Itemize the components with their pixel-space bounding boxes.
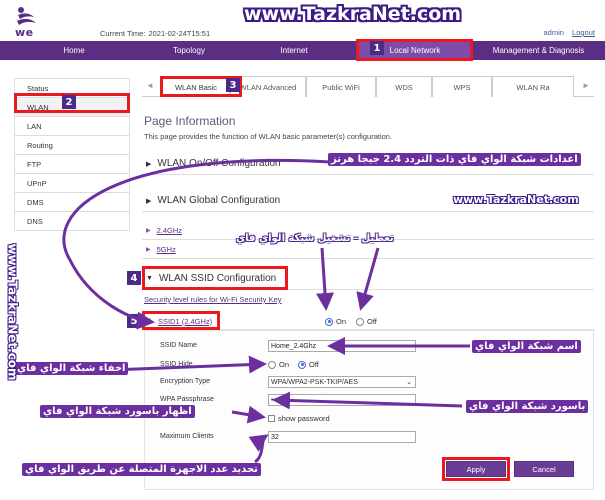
radio-label: Off	[309, 360, 319, 369]
highlight-box-ssid1	[142, 311, 220, 330]
current-time: Current Time: 2021-02-24T15:51	[97, 29, 210, 38]
annotation-max-clients: تحديد عدد الاجهزة المتصلة عن طريق الواي …	[22, 463, 261, 476]
radio-on-icon[interactable]	[298, 360, 306, 369]
caret-right-icon: ▶	[146, 227, 151, 234]
ssid-hide-label: SSID Hide	[160, 361, 193, 368]
tab-wlan-radio[interactable]: WLAN Ra	[492, 76, 574, 97]
logout-link[interactable]: Logout	[572, 28, 595, 37]
badge-5: 5	[127, 314, 141, 328]
badge-2: 2	[62, 95, 76, 109]
annotation-onoff: تعطيل - تشغيل شبكة الواي فاي	[236, 233, 394, 244]
caret-right-icon: ▶	[146, 246, 151, 253]
logo-text: we	[15, 26, 34, 39]
tab-scroll-right-icon[interactable]: ►	[582, 81, 590, 90]
badge-4: 4	[127, 271, 141, 285]
max-clients-label: Maximum Clients	[160, 433, 214, 440]
annotation-24ghz: اعدادات شبكة الواي فاي ذات التردد 2.4 جي…	[328, 153, 581, 166]
band-24ghz-link[interactable]: 2.4GHz	[157, 226, 182, 235]
tab-wds[interactable]: WDS	[376, 76, 432, 97]
checkbox-label: show password	[278, 414, 330, 423]
band-5ghz-link[interactable]: 5GHz	[157, 245, 176, 254]
annotation-hide: اخفاء شبكة الواي فاي	[14, 362, 129, 375]
radio-label: On	[279, 360, 290, 369]
current-time-label: Current Time:	[100, 29, 146, 38]
sidebar-item-lan[interactable]: LAN	[14, 117, 130, 136]
passphrase-input[interactable]: •••••••	[268, 394, 416, 406]
ssid-hide-on-radio[interactable]: On	[268, 360, 289, 369]
tab-scroll-left-icon[interactable]: ◄	[146, 81, 154, 90]
page-description: This page provides the function of WLAN …	[144, 132, 393, 141]
sidebar-item-upnp[interactable]: UPnP	[14, 174, 130, 193]
header-links: admin Logout	[538, 28, 595, 37]
section-title: WLAN Global Configuration	[157, 195, 281, 206]
ssid-name-input[interactable]: Home_2.4Ghz	[268, 340, 416, 352]
sidebar-item-dms[interactable]: DMS	[14, 193, 130, 212]
radio-off-icon[interactable]	[356, 317, 364, 326]
tab-public-wifi[interactable]: Public WiFi	[306, 76, 376, 97]
radio-label: Off	[367, 317, 377, 326]
max-clients-input[interactable]: 32	[268, 431, 416, 443]
radio-on-icon[interactable]	[325, 317, 333, 326]
nav-internet[interactable]: Internet	[230, 41, 358, 60]
watermark-top: www.TazkraNet.com	[244, 3, 462, 25]
annotation-show-password: اظهار باسورد شبكة الواي فاي	[40, 405, 195, 418]
nav-home[interactable]: Home	[0, 41, 148, 60]
annotation-password: باسورد شبكة الواي فاي	[466, 400, 589, 413]
encryption-label: Encryption Type	[160, 378, 211, 385]
nav-topology[interactable]: Topology	[148, 41, 230, 60]
wifi-off-radio[interactable]: Off	[356, 317, 377, 326]
radio-off-icon[interactable]	[268, 360, 276, 369]
chevron-down-icon: ⌄	[406, 379, 412, 386]
highlight-box-ssid-config	[142, 266, 288, 290]
sidebar-item-dns[interactable]: DNS	[14, 212, 130, 231]
encryption-value: WPA/WPA2-PSK-TKIP/AES	[271, 378, 358, 386]
badge-1: 1	[370, 41, 384, 55]
encryption-select[interactable]: WPA/WPA2-PSK-TKIP/AES ⌄	[268, 376, 416, 388]
badge-3: 3	[226, 78, 240, 92]
annotation-ssid-name: اسم شبكة الواي فاي	[472, 340, 581, 353]
passphrase-label: WPA Passphrase	[160, 396, 214, 403]
sidebar-item-routing[interactable]: Routing	[14, 136, 130, 155]
section-title: WLAN On/Off Configuration	[157, 158, 281, 169]
sidebar-item-ftp[interactable]: FTP	[14, 155, 130, 174]
caret-right-icon: ▶	[146, 160, 152, 168]
main-nav: Home Topology Internet Local Network Man…	[0, 41, 605, 60]
tab-wps[interactable]: WPS	[432, 76, 492, 97]
security-rules-link[interactable]: Security level rules for Wi-Fi Security …	[144, 295, 282, 304]
current-time-value: 2021-02-24T15:51	[148, 29, 211, 38]
admin-link[interactable]: admin	[544, 28, 564, 37]
watermark-side: www.TazkraNet.com	[5, 243, 20, 381]
checkbox-icon[interactable]	[268, 415, 275, 422]
highlight-box-apply	[442, 457, 510, 481]
nav-management-diagnosis[interactable]: Management & Diagnosis	[472, 41, 605, 60]
show-password-checkbox[interactable]: show password	[268, 414, 330, 423]
ssid-hide-off-radio[interactable]: Off	[298, 360, 319, 369]
radio-label: On	[336, 317, 347, 326]
cancel-button[interactable]: Cancel	[514, 461, 574, 477]
watermark-middle: www.TazkraNet.com	[453, 193, 579, 206]
page-title: Page Information	[144, 114, 236, 128]
ssid-name-label: SSID Name	[160, 342, 197, 349]
wifi-on-radio[interactable]: On	[325, 317, 346, 326]
caret-right-icon: ▶	[146, 197, 152, 205]
